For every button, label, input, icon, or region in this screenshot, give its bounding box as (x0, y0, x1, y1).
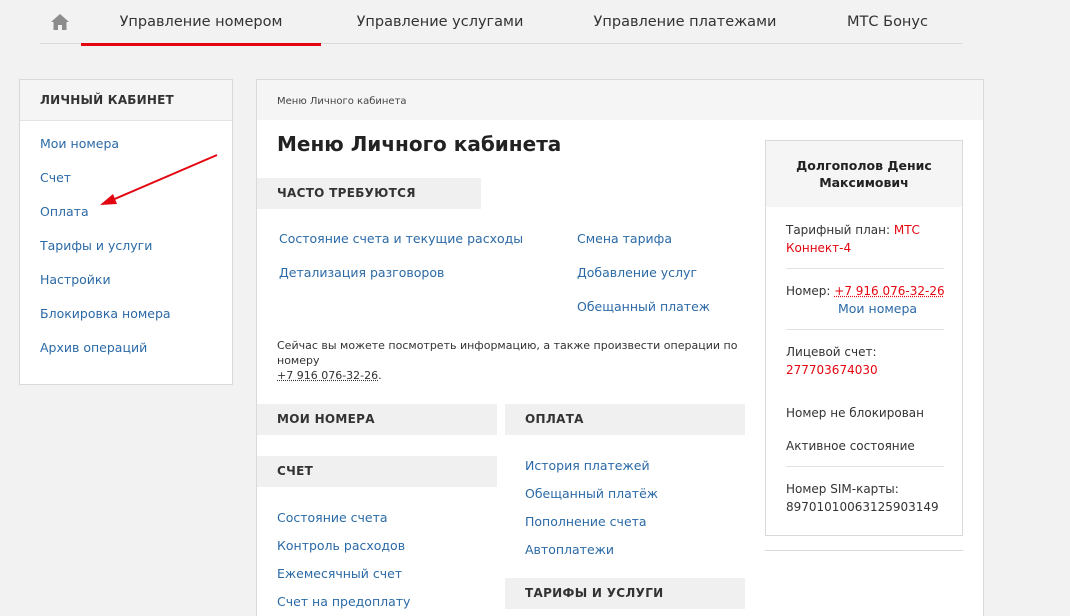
link-monthly-bill[interactable]: Ежемесячный счет (277, 566, 402, 581)
profile-sim: Номер SIM-карты: 89701010063125903149 (786, 480, 946, 516)
profile-tariff: Тарифный план: МТС Коннект-4 (786, 221, 946, 257)
sidebar-item-payment[interactable]: Оплата (40, 204, 89, 219)
link-prepay-bill[interactable]: Счет на предоплату (277, 594, 410, 609)
link-balance-expenses[interactable]: Состояние счета и текущие расходы (279, 231, 523, 246)
frequent-section-title: ЧАСТО ТРЕБУЮТСЯ (257, 178, 481, 209)
profile-sim-value: 89701010063125903149 (786, 500, 939, 514)
profile-name-line2: Максимович (819, 175, 909, 190)
link-payment-history[interactable]: История платежей (525, 458, 650, 473)
breadcrumb: Меню Личного кабинета (277, 96, 407, 107)
link-promised-payment[interactable]: Обещанный платеж (577, 299, 710, 314)
tariffs-section-title: ТАРИФЫ И УСЛУГИ (505, 578, 745, 609)
home-icon (51, 14, 69, 30)
sidebar-item-account[interactable]: Счет (40, 170, 71, 185)
info-text: Сейчас вы можете посмотреть информацию, … (277, 338, 747, 383)
profile-number-value[interactable]: +7 916 076-32-26 (834, 284, 944, 298)
sidebar-item-operations-archive[interactable]: Архив операций (40, 340, 147, 355)
link-autopay[interactable]: Автоплатежи (525, 542, 614, 557)
profile-my-numbers-link[interactable]: Мои номера (838, 301, 917, 316)
profile-name: Долгополов Денис Максимович (766, 141, 962, 207)
my-numbers-section-title[interactable]: МОИ НОМЕРА (257, 404, 497, 435)
breadcrumb-bar: Меню Личного кабинета (257, 80, 983, 120)
account-section-title: СЧЕТ (257, 456, 497, 487)
divider (786, 268, 944, 269)
tab-number-management[interactable]: Управление номером (81, 0, 321, 46)
info-number[interactable]: +7 916 076-32-26 (277, 369, 378, 382)
main-panel: Меню Личного кабинета Меню Личного кабин… (256, 79, 984, 616)
tab-payments-management[interactable]: Управление платежами (580, 0, 790, 44)
link-add-services[interactable]: Добавление услуг (577, 265, 697, 280)
divider (765, 550, 963, 551)
info-text-end: . (378, 369, 382, 382)
profile-account-value: 277703674030 (786, 363, 878, 377)
sidebar: ЛИЧНЫЙ КАБИНЕТ Мои номера Счет Оплата Та… (19, 79, 233, 385)
profile-number: Номер: +7 916 076-32-26 Мои номера (786, 282, 946, 318)
link-account-state[interactable]: Состояние счета (277, 510, 388, 525)
profile-tariff-label: Тарифный план: (786, 223, 894, 237)
tab-services-management[interactable]: Управление услугами (340, 0, 540, 44)
sidebar-item-tariffs[interactable]: Тарифы и услуги (40, 238, 152, 253)
link-top-up[interactable]: Пополнение счета (525, 514, 647, 529)
divider (786, 466, 944, 467)
profile-number-label: Номер: (786, 284, 835, 298)
sidebar-item-settings[interactable]: Настройки (40, 272, 111, 287)
home-button[interactable] (40, 0, 80, 44)
profile-state: Активное состояние (786, 439, 915, 453)
tab-mts-bonus[interactable]: МТС Бонус (820, 0, 955, 44)
top-navigation: Управление номером Управление услугами У… (40, 0, 962, 46)
payment-section-title: ОПЛАТА (505, 404, 745, 435)
profile-account-label: Лицевой счет: (786, 345, 877, 359)
profile-block-status: Номер не блокирован (786, 406, 924, 420)
profile-tariff-value-1[interactable]: МТС (894, 223, 920, 237)
profile-name-line1: Долгополов Денис (796, 158, 932, 173)
sidebar-item-my-numbers[interactable]: Мои номера (40, 136, 119, 151)
link-call-details[interactable]: Детализация разговоров (279, 265, 444, 280)
profile-tariff-value-2[interactable]: Коннект-4 (786, 241, 851, 255)
profile-account: Лицевой счет: 277703674030 (786, 343, 946, 379)
sidebar-item-block-number[interactable]: Блокировка номера (40, 306, 171, 321)
sidebar-title: ЛИЧНЫЙ КАБИНЕТ (20, 80, 232, 121)
divider (786, 329, 944, 330)
info-text-main: Сейчас вы можете посмотреть информацию, … (277, 339, 738, 367)
profile-sim-label: Номер SIM-карты: (786, 482, 899, 496)
profile-card: Долгополов Денис Максимович Тарифный пла… (765, 140, 963, 536)
link-expense-control[interactable]: Контроль расходов (277, 538, 405, 553)
page-title: Меню Личного кабинета (277, 132, 562, 156)
link-promised-payment-2[interactable]: Обещанный платёж (525, 486, 658, 501)
link-change-tariff[interactable]: Смена тарифа (577, 231, 672, 246)
